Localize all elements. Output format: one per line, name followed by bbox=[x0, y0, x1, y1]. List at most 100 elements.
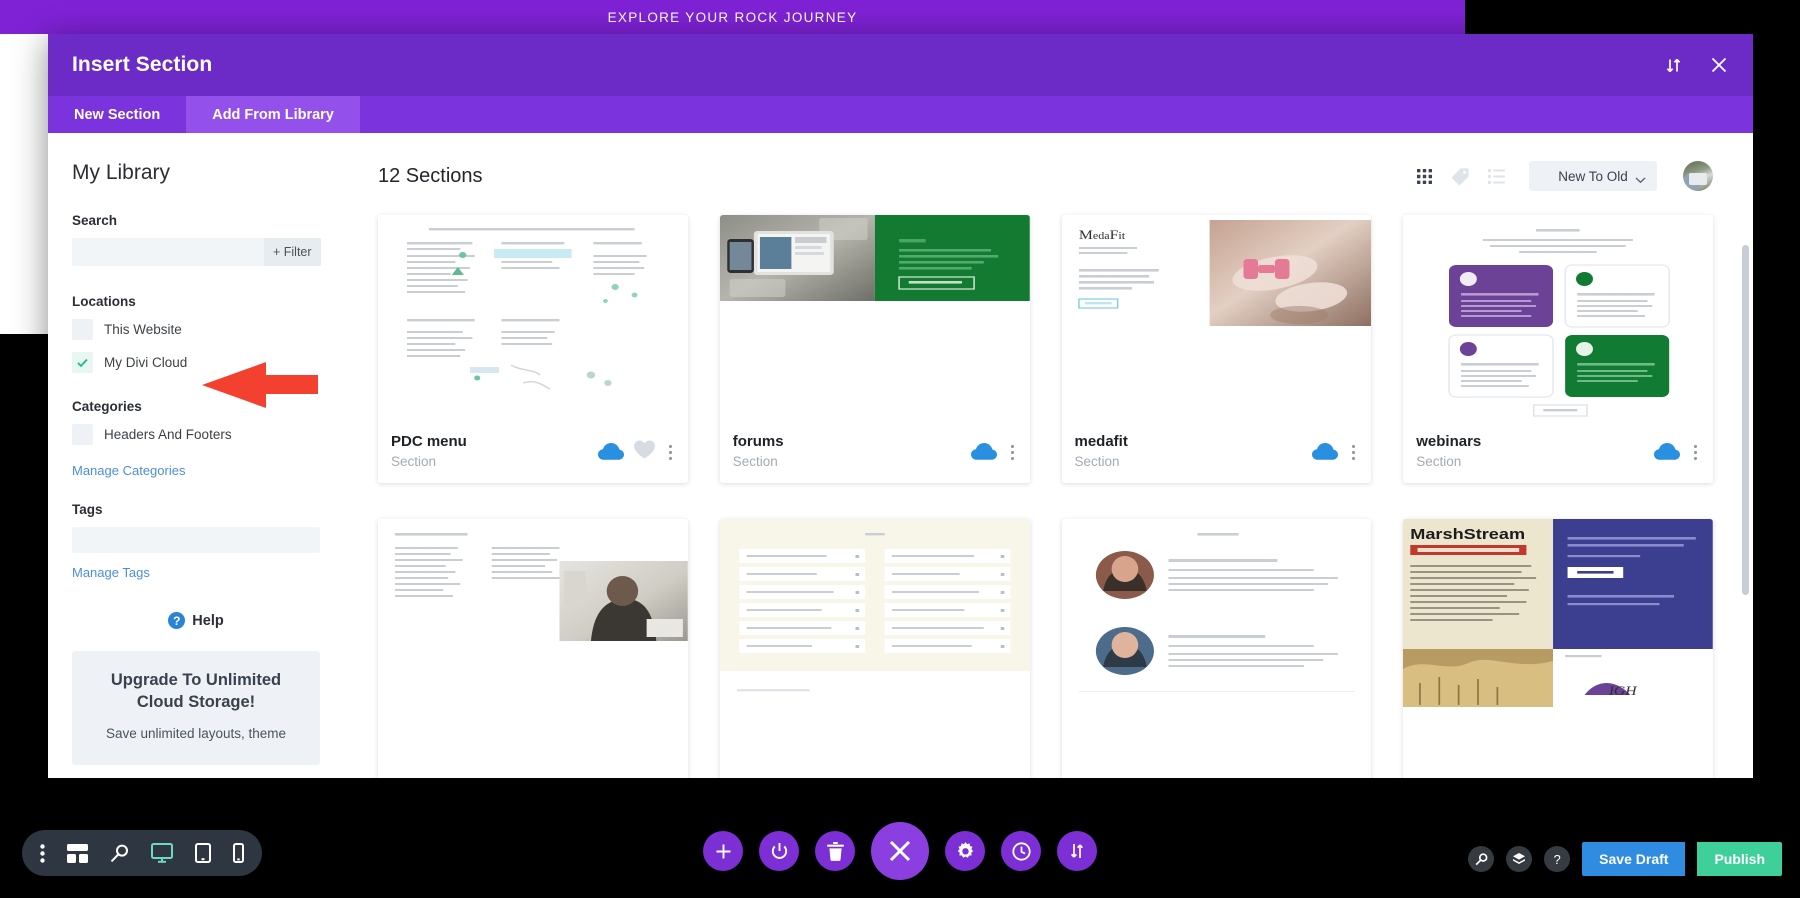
card-thumbnail: MarshStream IGH bbox=[1403, 519, 1713, 725]
manage-categories-link[interactable]: Manage Categories bbox=[72, 463, 185, 478]
card-title: PDC menu bbox=[391, 433, 467, 451]
tags-input[interactable] bbox=[72, 527, 320, 553]
location-this-website[interactable]: This Website bbox=[72, 319, 320, 340]
checkbox-unchecked-icon[interactable] bbox=[72, 424, 93, 445]
location-label: This Website bbox=[104, 322, 182, 337]
modal-header-actions bbox=[1664, 55, 1729, 75]
card-actions bbox=[1654, 443, 1701, 461]
wireframe-icon[interactable] bbox=[67, 843, 88, 863]
history-clock-icon[interactable] bbox=[1001, 831, 1041, 871]
card-footer bbox=[720, 725, 1030, 778]
categories-label: Categories bbox=[72, 399, 142, 414]
page-title: Insert Section bbox=[72, 53, 213, 76]
sections-grid: PDC menu Section forums Section MedaFit … bbox=[378, 215, 1713, 778]
content-toolbar: 12 Sections New To Old bbox=[378, 159, 1713, 193]
card-actions bbox=[1312, 443, 1359, 461]
card-thumbnail bbox=[719, 215, 1030, 421]
sidebar-title: My Library bbox=[72, 161, 171, 184]
cloud-icon[interactable] bbox=[970, 443, 997, 461]
builder-center-toolbar bbox=[703, 822, 1097, 880]
card-thumbnail bbox=[1061, 519, 1372, 725]
settings-gear-icon[interactable] bbox=[945, 831, 985, 871]
category-label: Headers And Footers bbox=[104, 427, 232, 442]
grid-view-icon[interactable] bbox=[1416, 168, 1433, 185]
close-builder-icon[interactable] bbox=[871, 822, 929, 880]
card-more-options-icon[interactable] bbox=[1007, 444, 1018, 460]
card-meta: medafit Section bbox=[1075, 432, 1128, 472]
power-icon[interactable] bbox=[759, 831, 799, 871]
tab-new-section[interactable]: New Section bbox=[48, 96, 186, 133]
view-tools: New To Old bbox=[1416, 161, 1713, 191]
help-icon: ? bbox=[168, 612, 186, 629]
search-label: Search bbox=[72, 213, 118, 228]
tag-view-icon[interactable] bbox=[1451, 167, 1470, 186]
upgrade-promo-box[interactable]: Upgrade To Unlimited Cloud Storage! Save… bbox=[72, 651, 320, 766]
trash-icon[interactable] bbox=[815, 831, 855, 871]
card-more-options-icon[interactable] bbox=[665, 444, 676, 460]
card-actions bbox=[970, 443, 1018, 461]
library-content: 12 Sections New To Old PDC menu Section … bbox=[348, 133, 1753, 778]
modal-header: Insert Section bbox=[48, 34, 1753, 96]
card-meta: forums Section bbox=[733, 432, 784, 472]
locations-label: Locations bbox=[72, 294, 136, 309]
library-card[interactable] bbox=[1061, 519, 1372, 778]
avatar[interactable] bbox=[1683, 161, 1713, 191]
library-card[interactable] bbox=[719, 519, 1030, 778]
checkbox-unchecked-icon[interactable] bbox=[72, 319, 93, 340]
card-title: medafit bbox=[1074, 433, 1128, 451]
tab-add-from-library[interactable]: Add From Library bbox=[186, 96, 360, 133]
cloud-icon[interactable] bbox=[1654, 443, 1680, 461]
card-more-options-icon[interactable] bbox=[1348, 444, 1359, 460]
sort-arrows-icon[interactable] bbox=[1664, 56, 1683, 75]
card-subtitle: Section bbox=[732, 454, 778, 470]
card-subtitle: Section bbox=[1416, 454, 1462, 470]
zoom-out-icon[interactable] bbox=[110, 844, 129, 863]
card-footer: medafit Section bbox=[1062, 421, 1372, 483]
library-card[interactable] bbox=[378, 519, 688, 778]
tablet-icon[interactable] bbox=[195, 843, 211, 863]
card-thumbnail bbox=[1403, 215, 1713, 421]
add-icon[interactable] bbox=[703, 831, 743, 871]
library-card[interactable]: MarshStream IGH bbox=[1403, 519, 1713, 778]
publish-button[interactable]: Publish bbox=[1697, 842, 1782, 876]
cloud-icon[interactable] bbox=[597, 443, 624, 461]
library-card[interactable]: webinars Section bbox=[1403, 215, 1713, 483]
card-footer bbox=[1062, 725, 1372, 778]
library-card[interactable]: MedaFit medafit Section bbox=[1061, 215, 1372, 483]
card-more-options-icon[interactable] bbox=[1690, 444, 1701, 460]
save-draft-button[interactable]: Save Draft bbox=[1582, 842, 1686, 876]
card-title: forums bbox=[732, 433, 784, 451]
search-input[interactable] bbox=[72, 238, 264, 266]
modal-tabs: New Section Add From Library bbox=[48, 96, 1753, 133]
sort-dropdown[interactable]: New To Old bbox=[1529, 161, 1657, 191]
search-icon[interactable] bbox=[1468, 846, 1495, 872]
help-label: Help bbox=[192, 612, 224, 629]
phone-icon[interactable] bbox=[233, 843, 244, 863]
tags-label: Tags bbox=[72, 502, 103, 517]
cloud-icon[interactable] bbox=[1312, 443, 1339, 461]
checkbox-checked-icon[interactable] bbox=[72, 352, 93, 373]
desktop-icon[interactable] bbox=[151, 843, 173, 863]
location-label: My Divi Cloud bbox=[104, 355, 188, 370]
site-promo-banner-text: EXPLORE YOUR ROCK JOURNEY bbox=[607, 9, 858, 25]
library-card[interactable]: forums Section bbox=[719, 215, 1030, 483]
filter-button[interactable]: + Filter bbox=[264, 238, 321, 266]
site-promo-banner: EXPLORE YOUR ROCK JOURNEY bbox=[0, 0, 1465, 34]
close-icon[interactable] bbox=[1709, 55, 1729, 75]
help-icon[interactable]: ? bbox=[1544, 846, 1571, 872]
library-card[interactable]: PDC menu Section bbox=[378, 215, 688, 483]
modal-scrollbar[interactable] bbox=[1742, 245, 1749, 595]
location-my-divi-cloud[interactable]: My Divi Cloud bbox=[72, 352, 320, 373]
manage-tags-link[interactable]: Manage Tags bbox=[72, 565, 150, 580]
portability-icon[interactable] bbox=[1057, 831, 1097, 871]
category-headers-and-footers[interactable]: Headers And Footers bbox=[72, 424, 320, 445]
card-subtitle: Section bbox=[391, 454, 437, 470]
svg-text:IGH: IGH bbox=[1608, 684, 1639, 698]
help-link[interactable]: ? Help bbox=[72, 612, 320, 629]
card-subtitle: Section bbox=[1074, 454, 1120, 470]
layers-icon[interactable] bbox=[1506, 846, 1533, 872]
more-vertical-icon[interactable] bbox=[40, 843, 45, 863]
card-thumbnail bbox=[378, 215, 688, 421]
list-view-icon[interactable] bbox=[1488, 168, 1505, 184]
favorite-heart-icon[interactable] bbox=[633, 440, 655, 464]
